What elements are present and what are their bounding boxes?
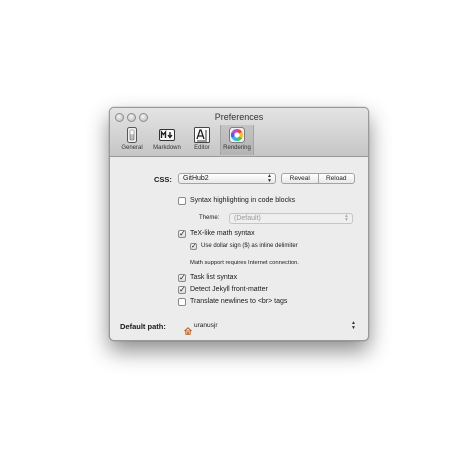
home-folder-icon (184, 322, 192, 335)
editor-icon (194, 127, 210, 143)
math-support-note: Math support requires Internet connectio… (190, 260, 299, 266)
newlines-label: Translate newlines to <br> tags (190, 297, 288, 305)
task-list-label: Task list syntax (190, 273, 238, 281)
markdown-icon (159, 127, 175, 143)
css-label: CSS: (154, 175, 172, 184)
rendering-pane: CSS: GitHub2 ▲ ▼ Reveal Reload Syntax hig… (110, 157, 368, 340)
toolbar-item-label: General (121, 145, 143, 151)
preferences-window: Preferences General Markdown Editor Rend… (109, 107, 369, 341)
theme-select-value: (Default) (234, 214, 261, 222)
theme-label: Theme: (199, 215, 220, 221)
default-path-value: uranusjr (194, 322, 218, 329)
reload-button[interactable]: Reload (317, 174, 355, 183)
css-actions: Reveal Reload (281, 173, 355, 184)
css-select[interactable]: GitHub2 ▲ ▼ (178, 173, 276, 184)
color-wheel-icon (229, 127, 245, 143)
toolbar-item-markdown[interactable]: Markdown (150, 125, 184, 155)
tex-math-label: TeX-like math syntax (190, 229, 255, 237)
jekyll-label: Detect Jekyll front-matter (190, 285, 268, 293)
toolbar-item-label: Editor (194, 145, 210, 151)
popup-arrows-icon: ▲ ▼ (351, 320, 356, 331)
syntax-highlighting-label: Syntax highlighting in code blocks (190, 196, 296, 204)
default-path-label: Default path: (120, 322, 166, 331)
toolbar-item-general[interactable]: General (115, 125, 149, 155)
syntax-highlighting-checkbox[interactable] (178, 197, 186, 205)
toolbar-item-rendering[interactable]: Rendering (220, 125, 254, 155)
dollar-sign-checkbox[interactable]: ✓ (190, 243, 197, 250)
toolbar-item-label: Markdown (153, 145, 181, 151)
toolbar-item-editor[interactable]: Editor (185, 125, 219, 155)
checkmark-icon: ✓ (191, 243, 197, 250)
jekyll-checkbox[interactable]: ✓ (178, 286, 186, 294)
checkmark-icon: ✓ (179, 229, 186, 238)
tex-math-checkbox[interactable]: ✓ (178, 230, 186, 238)
theme-select[interactable]: (Default) ▲ ▼ (229, 212, 353, 224)
default-path-select[interactable]: uranusjr ▲ ▼ (182, 319, 358, 335)
checkmark-icon: ✓ (179, 285, 186, 294)
general-switch-icon (124, 127, 140, 143)
dollar-sign-label: Use dollar sign ($) as inline delimiter (201, 243, 298, 249)
newlines-checkbox[interactable] (178, 298, 186, 306)
window-title: Preferences (214, 112, 264, 122)
popup-arrows-icon: ▲ ▼ (344, 212, 349, 223)
popup-arrows-icon: ▲ ▼ (267, 173, 272, 184)
css-select-value: GitHub2 (183, 175, 209, 182)
title-bar: Preferences General Markdown Editor Rend… (110, 108, 368, 157)
reveal-button[interactable]: Reveal (282, 174, 318, 183)
toolbar-item-label: Rendering (223, 145, 251, 151)
checkmark-icon: ✓ (179, 273, 186, 282)
task-list-checkbox[interactable]: ✓ (178, 274, 186, 282)
